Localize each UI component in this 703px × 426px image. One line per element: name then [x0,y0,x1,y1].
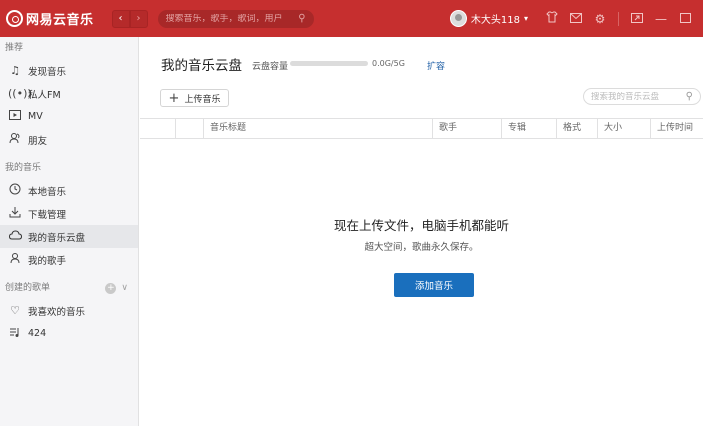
sidebar-item-friends[interactable]: 朋友 [0,128,138,151]
minimize-icon[interactable]: — [649,12,673,26]
netease-logo-icon [6,10,23,27]
cloud-search-input[interactable] [591,91,686,102]
expand-capacity-link[interactable]: 扩容 [427,59,445,72]
page-title: 我的音乐云盘 [161,58,242,74]
sidebar-item-playlist-424[interactable]: 424 [0,322,138,345]
section-title: 创建的歌单 [5,283,51,293]
sidebar-item-label: 下载管理 [28,209,67,221]
column-album[interactable]: 专辑 [502,119,557,138]
global-search: ⚲ [157,9,314,28]
back-button[interactable]: ‹ [111,9,130,28]
upload-music-label: 上传音乐 [184,94,221,105]
sidebar-item-discover[interactable]: ♫ 发现音乐 [0,59,138,82]
singer-icon [8,252,22,267]
sidebar-item-label: 私人FM [28,89,61,101]
empty-state-subtitle: 超大空间，歌曲永久保存。 [364,242,479,253]
sidebar-item-label: 424 [28,328,47,339]
user-menu[interactable]: 木大头118 ▾ [449,10,528,27]
friends-icon [8,132,22,147]
sidebar-item-downloads[interactable]: 下载管理 [0,202,138,225]
empty-state-title: 现在上传文件，电脑手机都能听 [333,218,509,233]
cloud-search: ⚲ [583,88,701,105]
sidebar-item-label: 发现音乐 [28,66,67,78]
avatar[interactable] [449,10,467,27]
title-bar: 网易云音乐 ‹ › ⚲ 木大头118 ▾ ⚙ — [0,0,703,37]
playlist-icon [8,327,22,341]
window-toolbar: ⚙ — [540,11,697,26]
column-title[interactable]: 音乐标题 [204,119,433,138]
global-search-input[interactable] [165,13,299,24]
sidebar-item-mv[interactable]: MV [0,105,138,128]
sidebar-item-local-music[interactable]: 本地音乐 [0,179,138,202]
column-upload-time[interactable]: 上传时间 [651,119,703,138]
capacity-value: 0.0G/5G [372,59,405,68]
video-icon [8,110,22,123]
sidebar: 推荐 ♫ 发现音乐 ((•)) 私人FM MV 朋友 我的音乐 本地音乐 下载管… [0,37,139,426]
sidebar-item-label: MV [28,111,43,122]
app-logo[interactable]: 网易云音乐 [6,9,94,28]
sidebar-item-label: 我的歌手 [28,255,67,267]
section-title: 我的音乐 [5,163,42,173]
history-nav: ‹ › [111,9,148,28]
sidebar-item-label: 本地音乐 [28,186,67,198]
sidebar-item-my-singers[interactable]: 我的歌手 [0,248,138,271]
sidebar-item-label: 我的音乐云盘 [28,232,86,244]
forward-button[interactable]: › [129,9,148,28]
main-content: 我的音乐云盘 云盘容量 0.0G/5G 扩容 + 上传音乐 ⚲ 音乐标题 歌手 … [140,37,703,426]
capacity-label: 云盘容量 [252,62,289,72]
mini-mode-icon[interactable] [625,12,649,26]
column-format[interactable]: 格式 [557,119,598,138]
sidebar-section-my-music: 我的音乐 [0,157,138,179]
sidebar-item-private-fm[interactable]: ((•)) 私人FM [0,82,138,105]
sidebar-section-created-playlists: 创建的歌单 + ∨ [0,277,138,299]
column-index [140,119,176,138]
column-size[interactable]: 大小 [598,119,651,138]
sidebar-item-liked-music[interactable]: ♡ 我喜欢的音乐 [0,299,138,322]
radio-icon: ((•)) [8,87,32,100]
heart-icon: ♡ [10,304,20,317]
column-actions [176,119,204,138]
clock-icon [8,183,22,198]
search-icon[interactable]: ⚲ [298,13,305,24]
maximize-icon[interactable] [673,12,697,26]
chevron-down-icon[interactable]: ∨ [121,277,128,299]
add-playlist-icon[interactable]: + [105,282,117,294]
download-icon [8,206,22,221]
sidebar-item-label: 我喜欢的音乐 [28,306,86,318]
chevron-right-icon: › [136,13,141,24]
sidebar-item-cloud-drive[interactable]: 我的音乐云盘 [0,225,138,248]
section-title: 推荐 [5,43,24,53]
plus-icon: + [168,90,180,106]
playlist-tools: + ∨ [105,277,128,299]
cloud-icon [8,230,22,243]
add-music-button[interactable]: 添加音乐 [394,273,474,297]
upload-music-button[interactable]: + 上传音乐 [160,89,229,107]
skin-icon[interactable] [540,11,564,26]
column-artist[interactable]: 歌手 [433,119,502,138]
table-header: 音乐标题 歌手 专辑 格式 大小 上传时间 [140,118,703,139]
sidebar-item-label: 朋友 [28,135,48,147]
mail-icon[interactable] [564,12,588,26]
sidebar-section-recommend: 推荐 [0,37,138,59]
settings-gear-icon[interactable]: ⚙ [588,12,612,26]
toolbar-divider [618,11,619,26]
caret-down-icon[interactable]: ▾ [524,14,528,23]
chevron-left-icon: ‹ [118,13,123,24]
app-name: 网易云音乐 [26,13,94,28]
capacity-bar [290,61,368,66]
search-icon[interactable]: ⚲ [686,91,693,102]
username[interactable]: 木大头118 [471,11,520,26]
music-note-icon: ♫ [10,64,20,77]
